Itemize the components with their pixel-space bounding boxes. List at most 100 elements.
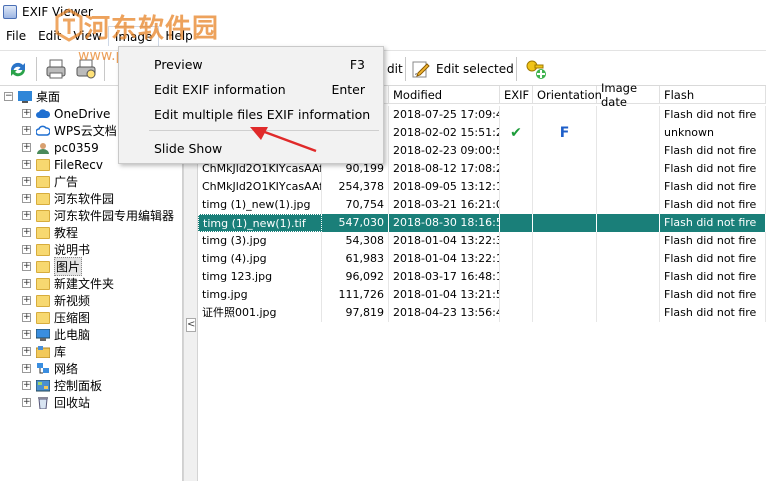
edit-selected-button[interactable]: Edit selected	[411, 56, 514, 82]
tree-item-wps[interactable]: + WPS云文档	[22, 122, 117, 139]
cell-exif	[500, 160, 533, 178]
menu-item-slide-show[interactable]: Slide Show	[154, 141, 222, 156]
tree-item-hedong[interactable]: + 河东软件园	[22, 190, 114, 207]
tree-item-tutorials[interactable]: + 教程	[22, 224, 78, 241]
menu-item-preview[interactable]: Preview	[154, 57, 203, 72]
expand-icon[interactable]: +	[22, 211, 31, 220]
expand-icon[interactable]: +	[22, 109, 31, 118]
tree-item-new-folder[interactable]: + 新建文件夹	[22, 275, 114, 292]
table-row[interactable]: timg 123.jpg 96,092 2018-03-17 16:48:14 Fla…	[198, 268, 766, 286]
add-key-icon[interactable]	[524, 57, 548, 81]
tree-item-new-video[interactable]: + 新视频	[22, 292, 90, 309]
table-row[interactable]: timg (3).jpg 54,308 2018-01-04 13:22:38 Fla…	[198, 232, 766, 250]
menu-file[interactable]: File	[0, 26, 32, 46]
watermark-text: 河东软件园	[84, 14, 220, 44]
column-header-exif[interactable]: EXIF	[500, 86, 533, 104]
expand-icon[interactable]: +	[22, 228, 31, 237]
expand-icon[interactable]: +	[22, 262, 31, 271]
cell-name: timg (1)_new(1).jpg	[198, 196, 322, 214]
tree-item-label: WPS云文档	[54, 124, 117, 138]
expand-icon[interactable]: +	[22, 364, 31, 373]
cell-orientation: F	[533, 124, 597, 142]
cell-modified: 2018-03-21 16:21:08	[389, 196, 500, 214]
cell-modified: 2018-02-02 15:51:20	[389, 124, 500, 142]
expand-icon[interactable]: +	[22, 296, 31, 305]
expand-icon[interactable]: +	[22, 143, 31, 152]
table-row[interactable]: timg (4).jpg 61,983 2018-01-04 13:22:18 Fla…	[198, 250, 766, 268]
tree-item-label: 回收站	[54, 396, 91, 410]
menu-item-edit-exif[interactable]: Edit EXIF information	[154, 82, 286, 97]
tree-item-recycle-bin[interactable]: + 回收站	[22, 394, 90, 411]
folder-icon	[36, 243, 50, 256]
cell-image-date	[597, 286, 660, 304]
tree-item-control-panel[interactable]: + 控制面板	[22, 377, 102, 394]
tree-item-onedrive[interactable]: + OneDrive	[22, 105, 110, 122]
cell-flash: Flash did not fire	[660, 178, 766, 196]
column-header-image-date[interactable]: Image date	[597, 81, 660, 109]
watermark-logo	[55, 8, 83, 42]
tree-item-label: 此电脑	[54, 328, 91, 342]
tree-item-pc0359[interactable]: + pc0359	[22, 139, 99, 156]
cell-size: 61,983	[322, 250, 389, 268]
table-row[interactable]: timg (1)_new(1).tif 547,030 2018-08-30 18:…	[198, 214, 766, 232]
cell-modified: 2018-07-25 17:09:44	[389, 106, 500, 124]
refresh-icon[interactable]	[6, 57, 30, 81]
tree-item-filerecv[interactable]: + FileRecv	[22, 156, 103, 173]
cell-orientation	[533, 178, 597, 196]
tree-item-label: 新视频	[54, 294, 91, 308]
column-header-flash[interactable]: Flash	[660, 86, 766, 104]
expand-icon[interactable]: +	[22, 126, 31, 135]
expand-icon[interactable]: +	[22, 347, 31, 356]
print-icon[interactable]	[44, 57, 68, 81]
cell-flash: Flash did not fire	[660, 232, 766, 250]
table-row[interactable]: timg (1)_new(1).jpg 70,754 2018-03-21 16:2…	[198, 196, 766, 214]
column-header-label: Modified	[393, 87, 443, 102]
folder-icon	[36, 277, 50, 290]
menu-item-edit-multiple-exif[interactable]: Edit multiple files EXIF information	[154, 107, 370, 122]
column-header-label: Flash	[664, 87, 695, 102]
column-header-orientation[interactable]: Orientation	[533, 86, 602, 104]
edit-button[interactable]: dit	[387, 56, 403, 82]
shortcut-preview: F3	[349, 57, 365, 72]
cell-exif	[500, 214, 533, 232]
table-row[interactable]: 证件照001.jpg 97,819 2018-04-23 13:56:40 Flash…	[198, 304, 766, 322]
expand-icon[interactable]: +	[22, 177, 31, 186]
cell-modified: 2018-01-04 13:22:38	[389, 232, 500, 250]
expand-icon[interactable]: +	[22, 194, 31, 203]
tree-root[interactable]: − 桌面	[4, 88, 60, 105]
expand-icon[interactable]: +	[22, 313, 31, 322]
expand-icon[interactable]: +	[22, 160, 31, 169]
shortcut-edit-exif: Enter	[331, 82, 365, 97]
tree-item-ads[interactable]: + 广告	[22, 173, 78, 190]
tree-item-library[interactable]: + 库	[22, 343, 66, 360]
cell-exif	[500, 178, 533, 196]
expand-icon[interactable]: +	[22, 381, 31, 390]
collapse-panel-icon[interactable]: <	[186, 318, 196, 332]
cell-size: 97,819	[322, 304, 389, 322]
collapse-icon[interactable]: −	[4, 92, 13, 101]
column-header-label: Orientation	[537, 87, 602, 102]
tree-item-hedong-editor[interactable]: + 河东软件园专用编辑器	[22, 207, 174, 224]
cell-exif	[500, 142, 533, 160]
table-row[interactable]: timg.jpg 111,726 2018-01-04 13:21:54 Flash …	[198, 286, 766, 304]
cell-exif	[500, 196, 533, 214]
tree-item-network[interactable]: + 网络	[22, 360, 78, 377]
tree-item-pictures[interactable]: + 图片	[22, 257, 83, 276]
expand-icon[interactable]: +	[22, 330, 31, 339]
cell-size: 111,726	[322, 286, 389, 304]
expand-icon[interactable]: +	[22, 279, 31, 288]
expand-icon[interactable]: +	[22, 245, 31, 254]
cell-flash: Flash did not fire	[660, 196, 766, 214]
expand-icon[interactable]: +	[22, 398, 31, 407]
cell-exif	[500, 304, 533, 322]
tree-item-label: 压缩图	[54, 311, 91, 325]
table-row[interactable]: ChMkJld2O1KIYcasAAfEk254,3782018-09-05 1…	[198, 178, 766, 196]
folder-icon	[36, 260, 50, 273]
tree-item-this-pc[interactable]: + 此电脑	[22, 326, 90, 343]
cell-size: 547,030	[322, 214, 389, 232]
tree-item-compressed[interactable]: + 压缩图	[22, 309, 90, 326]
column-header-modified[interactable]: Modified	[389, 86, 500, 104]
tree-item-manual[interactable]: + 说明书	[22, 241, 90, 258]
cell-image-date	[597, 232, 660, 250]
cell-name: timg.jpg	[198, 286, 322, 304]
